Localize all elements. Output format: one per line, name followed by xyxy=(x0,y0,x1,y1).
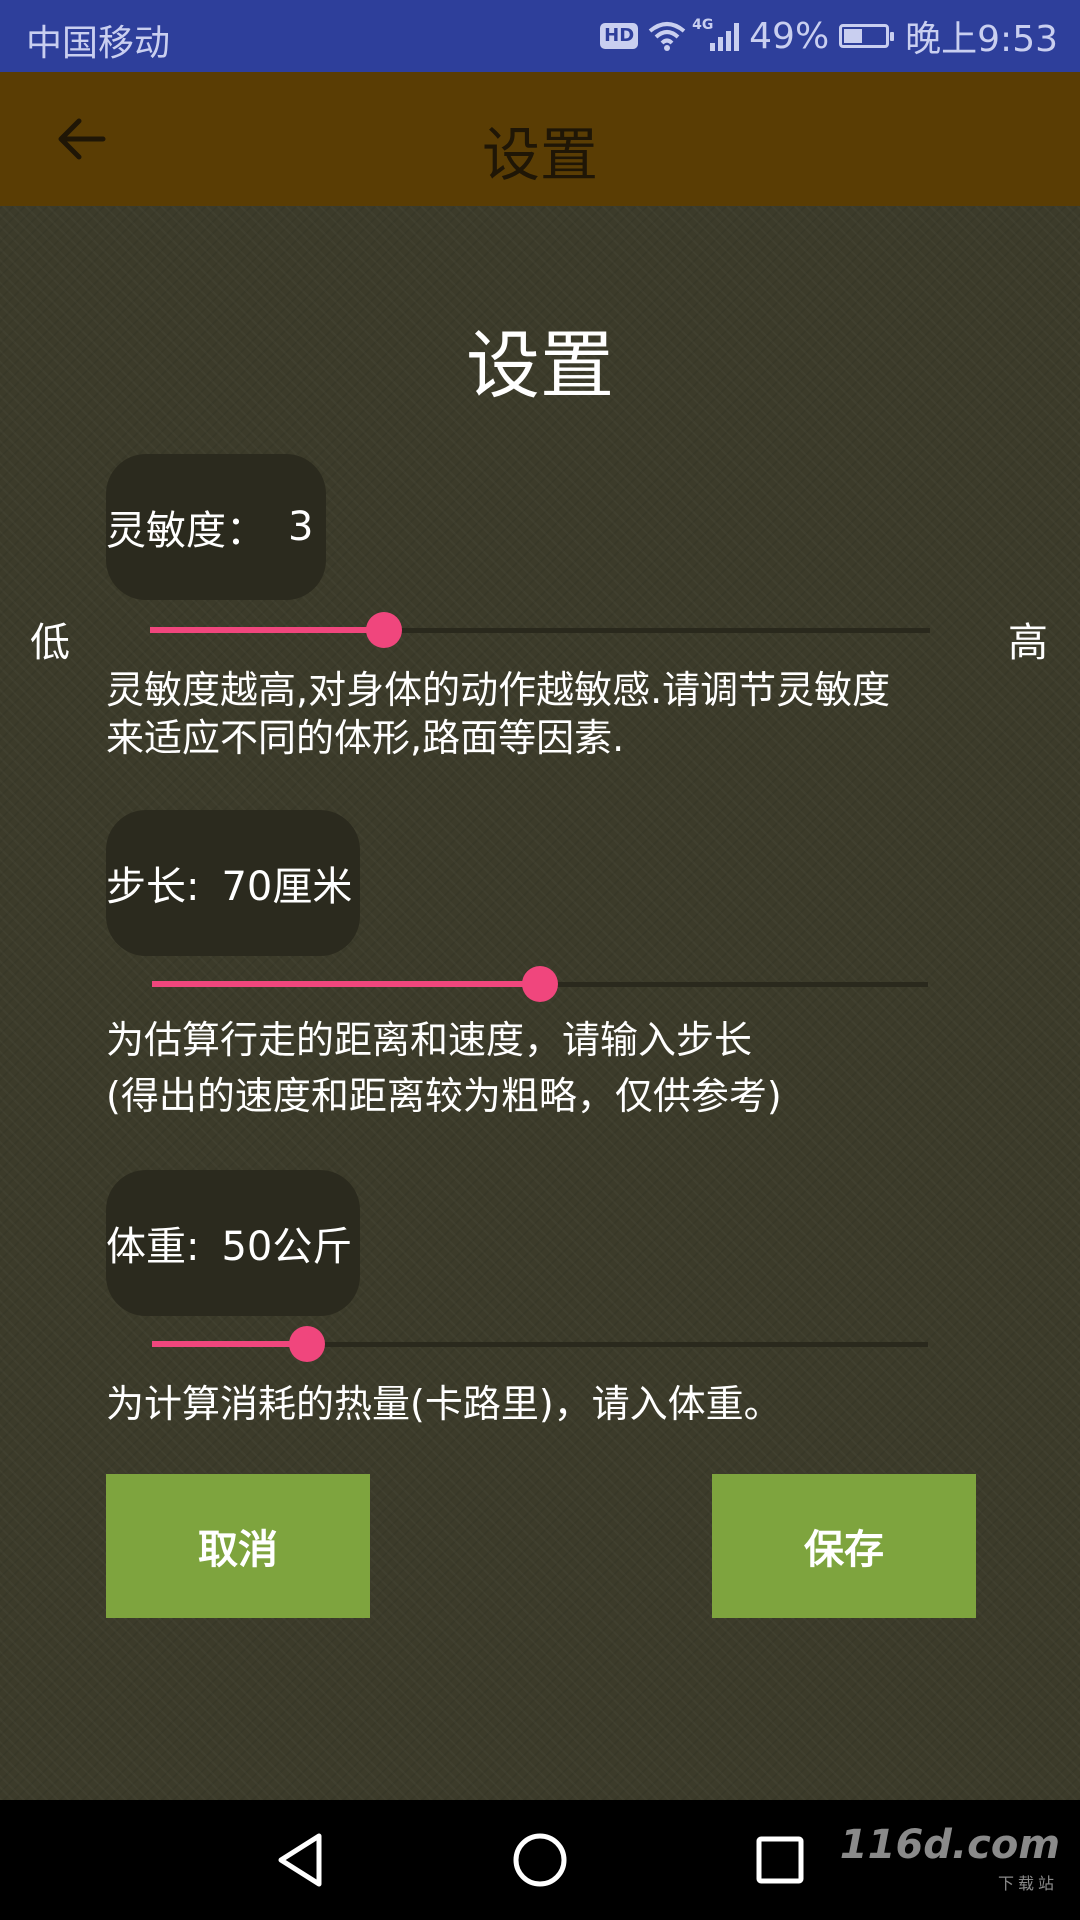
circle-home-icon xyxy=(513,1833,567,1887)
app-bar-title: 设置 xyxy=(481,121,598,189)
page-title: 设置 xyxy=(466,323,614,409)
sensitivity-label: 灵敏度： xyxy=(106,508,266,554)
slider-high-label: 高 xyxy=(1008,620,1048,666)
battery-fill xyxy=(844,29,862,43)
app-bar: 设置 xyxy=(0,72,1080,206)
battery-percent: 49% xyxy=(749,15,830,57)
sensitivity-slider[interactable] xyxy=(150,612,930,648)
settings-content: 设置 灵敏度： 3 低 高 灵敏度越高,对身体的动作越敏感.请调节灵敏度 来适应… xyxy=(0,206,1080,1800)
triangle-back-icon xyxy=(278,1833,322,1887)
cell-signal-icon: 4G xyxy=(692,17,740,51)
network-type: 4G xyxy=(692,17,714,33)
slider-active-track xyxy=(150,627,384,633)
stride-description-line1: 为估算行走的距离和速度，请输入步长 xyxy=(106,1018,753,1062)
carrier-name: 中国移动 xyxy=(26,23,171,64)
weight-description: 为计算消耗的热量(卡路里)，请入体重。 xyxy=(106,1382,782,1426)
screen: 中国移动 HD 4G 49% 晚上9:53 设置 设置 灵敏度： 3 低 高 灵… xyxy=(0,0,1080,1920)
weight-slider[interactable] xyxy=(152,1326,928,1362)
stride-display: 步长: 70厘米 xyxy=(106,810,360,956)
weight-label: 体重: xyxy=(106,1224,200,1270)
battery-icon xyxy=(839,24,895,48)
status-icons: HD 4G 49% 晚上9:53 xyxy=(600,12,1058,60)
status-bar: 中国移动 HD 4G 49% 晚上9:53 xyxy=(0,0,1080,72)
sensitivity-description-line2: 来适应不同的体形,路面等因素. xyxy=(106,716,625,760)
hd-icon: HD xyxy=(600,23,639,49)
watermark-subtitle: 下载站 xyxy=(997,1874,1058,1893)
weight-display: 体重: 50公斤 xyxy=(106,1170,360,1316)
nav-recents-button[interactable] xyxy=(750,1830,810,1890)
clock: 晚上9:53 xyxy=(905,19,1058,60)
slider-active-track xyxy=(152,981,540,987)
slider-active-track xyxy=(152,1341,308,1347)
stride-label: 步长: xyxy=(106,864,200,910)
watermark-logo: 116d.com xyxy=(839,1822,1060,1868)
slider-low-label: 低 xyxy=(30,620,70,666)
stride-slider[interactable] xyxy=(152,966,928,1002)
sensitivity-description-line1: 灵敏度越高,对身体的动作越敏感.请调节灵敏度 xyxy=(106,668,891,712)
stride-description-line2: (得出的速度和距离较为粗略，仅供参考) xyxy=(106,1074,782,1118)
nav-home-button[interactable] xyxy=(510,1830,570,1890)
stride-value: 70厘米 xyxy=(221,864,353,910)
slider-thumb[interactable] xyxy=(289,1326,326,1362)
wifi-icon xyxy=(648,22,686,51)
slider-thumb[interactable] xyxy=(522,966,558,1002)
navigation-bar: 116d.com 下载站 xyxy=(0,1800,1080,1920)
sensitivity-value: 3 xyxy=(288,504,314,550)
sensitivity-display: 灵敏度： 3 xyxy=(106,454,326,600)
weight-value: 50公斤 xyxy=(221,1224,353,1270)
save-button[interactable]: 保存 xyxy=(712,1474,976,1618)
square-recents-icon xyxy=(756,1836,804,1884)
cancel-button[interactable]: 取消 xyxy=(106,1474,370,1618)
nav-back-button[interactable] xyxy=(270,1830,330,1890)
slider-thumb[interactable] xyxy=(366,612,402,648)
